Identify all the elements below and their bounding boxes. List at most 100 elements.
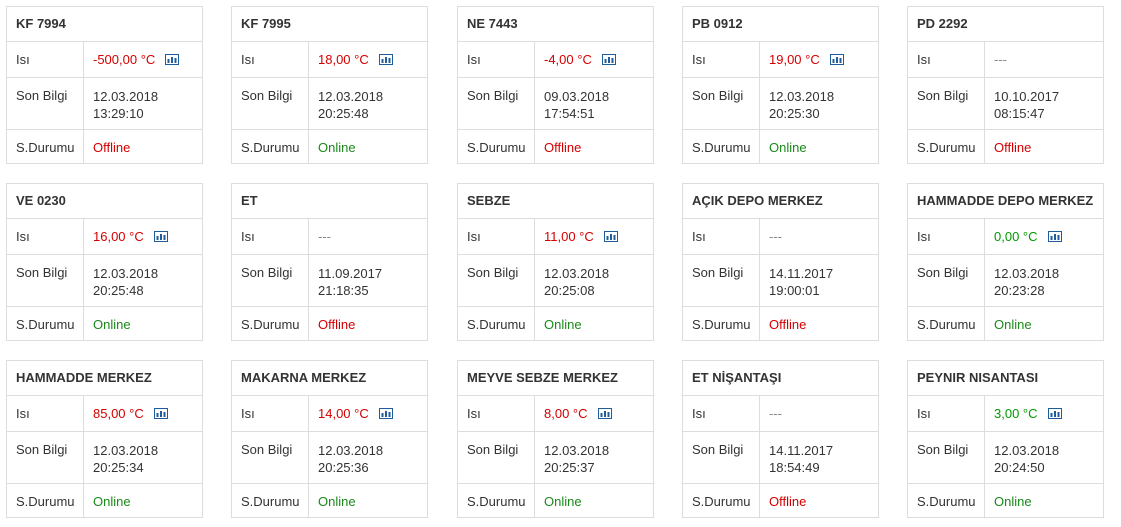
sensor-card: ET NİŞANTAŞI Isı --- Son Bilgi 14.11.201… <box>682 360 879 518</box>
bar-chart-icon[interactable] <box>153 231 168 242</box>
temperature-cell: --- <box>309 219 427 254</box>
last-info-label: Son Bilgi <box>683 432 760 483</box>
last-info-row: Son Bilgi 14.11.2017 19:00:01 <box>683 255 878 307</box>
last-info-cell: 12.03.2018 20:25:37 <box>535 432 653 483</box>
sensor-card-grid: KF 7994 Isı -500,00 °C Son Bilgi 12.03.2… <box>0 0 1121 527</box>
bar-chart-icon[interactable] <box>829 54 844 65</box>
card-title: NE 7443 <box>458 7 653 42</box>
last-info-time: 20:25:30 <box>769 106 820 121</box>
last-info-cell: 12.03.2018 20:25:48 <box>309 78 427 129</box>
status-cell: Offline <box>985 130 1103 164</box>
status-label: S.Durumu <box>908 484 985 518</box>
status-cell: Offline <box>535 130 653 164</box>
last-info-time: 20:25:48 <box>93 283 144 298</box>
status-label: S.Durumu <box>7 484 84 518</box>
last-info-row: Son Bilgi 12.03.2018 20:25:34 <box>7 432 202 484</box>
status-label: S.Durumu <box>683 307 760 341</box>
status-row: S.Durumu Online <box>232 484 427 518</box>
status-cell: Online <box>985 484 1103 518</box>
sensor-card: VE 0230 Isı 16,00 °C Son Bilgi 12.03.201… <box>6 183 203 341</box>
status-cell: Offline <box>84 130 202 164</box>
last-info-time: 21:18:35 <box>318 283 369 298</box>
last-info-row: Son Bilgi 09.03.2018 17:54:51 <box>458 78 653 130</box>
card-title: MEYVE SEBZE MERKEZ <box>458 361 653 396</box>
bar-chart-icon[interactable] <box>165 54 180 65</box>
temperature-label: Isı <box>7 42 84 77</box>
temperature-row: Isı --- <box>683 396 878 432</box>
status-value: Online <box>318 139 356 155</box>
card-title: VE 0230 <box>7 184 202 219</box>
temperature-value: --- <box>994 52 1007 67</box>
temperature-label: Isı <box>7 219 84 254</box>
status-value: Online <box>544 316 582 332</box>
temperature-value: 14,00 °C <box>318 406 369 421</box>
sensor-card: HAMMADDE MERKEZ Isı 85,00 °C Son Bilgi 1… <box>6 360 203 518</box>
status-cell: Online <box>985 307 1103 341</box>
temperature-row: Isı 16,00 °C <box>7 219 202 255</box>
status-value: Online <box>544 493 582 509</box>
sensor-card: ET Isı --- Son Bilgi 11.09.2017 21:18:35… <box>231 183 428 341</box>
temperature-value: -4,00 °C <box>544 52 592 67</box>
temperature-row: Isı --- <box>232 219 427 255</box>
last-info-time: 20:23:28 <box>994 283 1045 298</box>
bar-chart-icon[interactable] <box>378 54 393 65</box>
status-label: S.Durumu <box>458 484 535 518</box>
status-row: S.Durumu Online <box>683 130 878 164</box>
card-title: SEBZE <box>458 184 653 219</box>
bar-chart-icon[interactable] <box>1047 231 1062 242</box>
temperature-cell: 8,00 °C <box>535 396 653 431</box>
temperature-value: --- <box>769 229 782 244</box>
status-label: S.Durumu <box>7 307 84 341</box>
last-info-time: 20:24:50 <box>994 460 1045 475</box>
last-info-date: 12.03.2018 <box>318 443 384 458</box>
status-cell: Online <box>535 484 653 518</box>
last-info-date: 14.11.2017 <box>769 443 834 458</box>
last-info-date: 11.09.2017 <box>318 266 383 281</box>
temperature-label: Isı <box>908 42 985 77</box>
temperature-row: Isı -500,00 °C <box>7 42 202 78</box>
card-title: PD 2292 <box>908 7 1103 42</box>
status-cell: Online <box>760 130 878 164</box>
bar-chart-icon[interactable] <box>597 408 612 419</box>
status-cell: Online <box>309 484 427 518</box>
card-title: KF 7995 <box>232 7 427 42</box>
last-info-cell: 12.03.2018 20:25:30 <box>760 78 878 129</box>
last-info-label: Son Bilgi <box>683 255 760 306</box>
last-info-cell: 11.09.2017 21:18:35 <box>309 255 427 306</box>
status-row: S.Durumu Offline <box>458 130 653 164</box>
bar-chart-icon[interactable] <box>378 408 393 419</box>
bar-chart-icon[interactable] <box>603 231 618 242</box>
status-label: S.Durumu <box>232 307 309 341</box>
temperature-row: Isı 14,00 °C <box>232 396 427 432</box>
status-value: Online <box>994 493 1032 509</box>
last-info-cell: 12.03.2018 13:29:10 <box>84 78 202 129</box>
last-info-label: Son Bilgi <box>7 78 84 129</box>
last-info-row: Son Bilgi 12.03.2018 20:25:30 <box>683 78 878 130</box>
temperature-row: Isı -4,00 °C <box>458 42 653 78</box>
status-label: S.Durumu <box>908 307 985 341</box>
last-info-cell: 12.03.2018 20:23:28 <box>985 255 1103 306</box>
temperature-row: Isı 0,00 °C <box>908 219 1103 255</box>
last-info-cell: 10.10.2017 08:15:47 <box>985 78 1103 129</box>
status-row: S.Durumu Offline <box>683 307 878 341</box>
card-title: MAKARNA MERKEZ <box>232 361 427 396</box>
bar-chart-icon[interactable] <box>601 54 616 65</box>
temperature-cell: -4,00 °C <box>535 42 653 77</box>
last-info-date: 09.03.2018 <box>544 89 610 104</box>
last-info-label: Son Bilgi <box>683 78 760 129</box>
status-row: S.Durumu Offline <box>683 484 878 518</box>
last-info-row: Son Bilgi 14.11.2017 18:54:49 <box>683 432 878 484</box>
last-info-cell: 14.11.2017 19:00:01 <box>760 255 878 306</box>
status-value: Offline <box>769 316 807 332</box>
last-info-date: 12.03.2018 <box>93 443 159 458</box>
temperature-value: 11,00 °C <box>544 229 594 244</box>
bar-chart-icon[interactable] <box>153 408 168 419</box>
last-info-date: 12.03.2018 <box>994 266 1060 281</box>
status-label: S.Durumu <box>908 130 985 164</box>
status-value: Online <box>93 493 131 509</box>
last-info-time: 17:54:51 <box>544 106 595 121</box>
temperature-row: Isı 11,00 °C <box>458 219 653 255</box>
status-row: S.Durumu Online <box>7 307 202 341</box>
bar-chart-icon[interactable] <box>1047 408 1062 419</box>
last-info-date: 12.03.2018 <box>318 89 384 104</box>
